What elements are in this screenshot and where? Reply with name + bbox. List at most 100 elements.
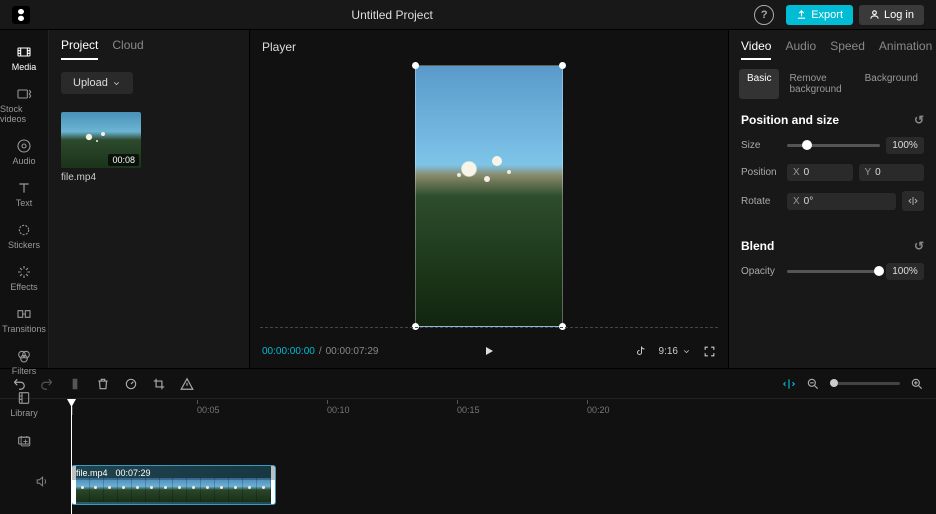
section-position-size: Position and size: [741, 113, 839, 127]
playhead[interactable]: [71, 399, 72, 514]
size-value[interactable]: 100%: [886, 137, 924, 154]
split-button[interactable]: [68, 377, 82, 391]
auto-align-icon[interactable]: [782, 377, 796, 391]
ruler-mark: 00:05: [197, 405, 220, 415]
timecode-sep: /: [319, 346, 322, 357]
media-item[interactable]: 00:08 file.mp4: [61, 112, 141, 183]
tab-speed[interactable]: Speed: [830, 39, 865, 60]
sidebar-item-label: Stickers: [8, 240, 40, 250]
sidebar-item-label: Audio: [12, 156, 35, 166]
media-filename: file.mp4: [61, 172, 141, 183]
subtab-background[interactable]: Background: [857, 69, 926, 99]
timeline: | 00:05 00:10 00:15 00:20 file.mp4 00:07…: [0, 368, 936, 513]
undo-button[interactable]: [12, 377, 26, 391]
sidebar-item-label: Text: [16, 198, 33, 208]
app-logo: [12, 6, 30, 24]
sidebar-item-transitions[interactable]: Transitions: [0, 300, 48, 342]
flip-horizontal-button[interactable]: [902, 191, 924, 211]
upload-button[interactable]: Upload: [61, 72, 133, 94]
topbar: Untitled Project ? Export Log in: [0, 0, 936, 30]
timecode-total: 00:00:07:29: [326, 346, 379, 357]
subtab-removebg[interactable]: Remove background: [781, 69, 854, 99]
mute-button[interactable]: [35, 475, 48, 488]
fullscreen-button[interactable]: [703, 345, 716, 358]
crop-button[interactable]: [152, 377, 166, 391]
player-canvas[interactable]: [250, 58, 728, 334]
filters-icon: [16, 348, 32, 364]
delete-button[interactable]: [96, 377, 110, 391]
audio-icon: [16, 138, 32, 154]
upload-label: Upload: [73, 77, 108, 89]
sidebar-item-label: Effects: [10, 282, 37, 292]
tab-audio[interactable]: Audio: [785, 39, 816, 60]
size-label: Size: [741, 140, 781, 151]
timeline-clip[interactable]: file.mp4 00:07:29: [71, 465, 276, 505]
sidebar-item-text[interactable]: Text: [0, 174, 48, 216]
sidebar-item-label: Transitions: [2, 324, 46, 334]
opacity-label: Opacity: [741, 266, 781, 277]
media-duration: 00:08: [108, 154, 139, 166]
size-slider[interactable]: [787, 144, 880, 147]
position-label: Position: [741, 167, 781, 178]
player-area: Player 00:00:00:00 / 00:00:07:29 9:16: [250, 30, 729, 368]
export-label: Export: [811, 9, 843, 21]
canvas-selection[interactable]: [415, 65, 563, 327]
sidebar-item-audio[interactable]: Audio: [0, 132, 48, 174]
export-button[interactable]: Export: [786, 5, 853, 25]
media-panel: Project Cloud Upload 00:08 file.mp4: [49, 30, 250, 368]
tab-cloud[interactable]: Cloud: [112, 38, 143, 60]
opacity-value[interactable]: 100%: [886, 263, 924, 280]
reset-icon[interactable]: ↺: [914, 239, 924, 253]
sidebar-item-stock[interactable]: Stock videos: [0, 80, 48, 132]
tab-project[interactable]: Project: [61, 38, 98, 60]
position-y-input[interactable]: Y0: [859, 164, 925, 181]
sidebar: Media Stock videos Audio Text Stickers E…: [0, 30, 49, 368]
sidebar-item-effects[interactable]: Effects: [0, 258, 48, 300]
rotate-input[interactable]: X0°: [787, 193, 896, 210]
resize-handle-tr[interactable]: [559, 62, 566, 69]
effects-icon: [16, 264, 32, 280]
media-icon: [16, 44, 32, 60]
aspect-ratio-selector[interactable]: 9:16: [659, 346, 691, 357]
ruler-mark: 00:15: [457, 405, 480, 415]
media-thumbnail: 00:08: [61, 112, 141, 168]
timecode-current: 00:00:00:00: [262, 346, 315, 357]
position-x-input[interactable]: X0: [787, 164, 853, 181]
properties-panel: Video Audio Speed Animation Basic Remove…: [729, 30, 936, 368]
zoom-in-button[interactable]: [910, 377, 924, 391]
tab-animation[interactable]: Animation: [879, 39, 932, 60]
zoom-slider[interactable]: [830, 382, 900, 385]
play-button[interactable]: [483, 345, 495, 357]
resize-handle-tl[interactable]: [412, 62, 419, 69]
add-track-button[interactable]: [19, 435, 32, 448]
clip-thumbnails: [76, 478, 271, 502]
tab-video[interactable]: Video: [741, 39, 771, 60]
section-blend: Blend: [741, 239, 774, 253]
stickers-icon: [16, 222, 32, 238]
sidebar-item-media[interactable]: Media: [0, 38, 48, 80]
sidebar-item-label: Filters: [12, 366, 37, 376]
clip-duration: 00:07:29: [116, 468, 151, 478]
login-button[interactable]: Log in: [859, 5, 924, 25]
rotate-label: Rotate: [741, 196, 781, 207]
canvas-scrubber[interactable]: [260, 327, 718, 328]
chevron-down-icon: [112, 79, 121, 88]
tiktok-icon[interactable]: [635, 345, 647, 357]
speed-button[interactable]: [124, 377, 138, 391]
login-label: Log in: [884, 9, 914, 21]
sidebar-item-label: Stock videos: [0, 104, 48, 124]
timeline-ruler[interactable]: | 00:05 00:10 00:15 00:20: [49, 399, 936, 423]
subtab-basic[interactable]: Basic: [739, 69, 779, 99]
help-icon[interactable]: ?: [754, 5, 774, 25]
text-icon: [16, 180, 32, 196]
opacity-slider[interactable]: [787, 270, 880, 273]
reset-icon[interactable]: ↺: [914, 113, 924, 127]
warning-icon[interactable]: [180, 377, 194, 391]
project-title: Untitled Project: [30, 8, 754, 22]
sidebar-item-stickers[interactable]: Stickers: [0, 216, 48, 258]
ruler-mark: 00:10: [327, 405, 350, 415]
ratio-value: 9:16: [659, 346, 678, 357]
chevron-down-icon: [682, 347, 691, 356]
redo-button[interactable]: [40, 377, 54, 391]
zoom-out-button[interactable]: [806, 377, 820, 391]
